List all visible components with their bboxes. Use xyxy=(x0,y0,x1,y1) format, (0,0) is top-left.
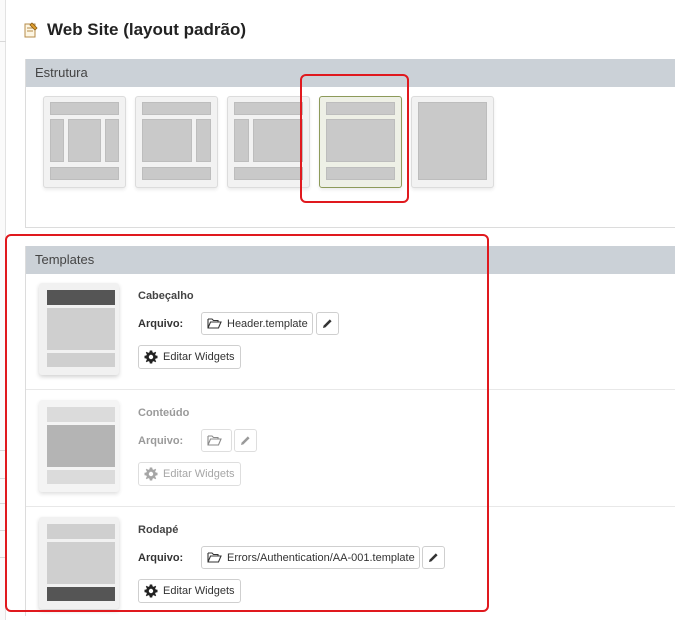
file-name: Errors/Authentication/AA-001.template xyxy=(227,551,415,564)
page-header: Web Site (layout padrão) xyxy=(24,18,246,42)
estrutura-heading: Estrutura xyxy=(26,59,675,87)
template-thumb-header xyxy=(39,283,119,375)
edit-file-button[interactable] xyxy=(422,546,445,569)
edit-file-button[interactable] xyxy=(316,312,339,335)
pencil-icon xyxy=(429,553,438,562)
file-label: Arquivo: xyxy=(138,318,184,330)
file-name: Header.template xyxy=(227,317,308,330)
template-thumb-content xyxy=(39,400,119,492)
edit-widgets-button[interactable]: Editar Widgets xyxy=(138,345,241,369)
layout-options xyxy=(43,96,494,188)
gear-icon xyxy=(144,350,158,364)
left-gutter xyxy=(0,0,6,620)
file-label: Arquivo: xyxy=(138,435,184,447)
gear-icon xyxy=(144,467,158,481)
template-row-cabecalho: Cabeçalho Arquivo: Header.template Edita… xyxy=(26,274,675,390)
templates-heading: Templates xyxy=(26,246,675,274)
template-name: Conteúdo xyxy=(138,407,190,419)
layout-option-blank[interactable] xyxy=(411,96,494,188)
folder-open-icon xyxy=(207,318,222,329)
edit-widgets-button[interactable]: Editar Widgets xyxy=(138,579,241,603)
pencil-icon xyxy=(241,436,250,445)
template-row-rodape: Rodapé Arquivo: Errors/Authentication/AA… xyxy=(26,508,675,620)
templates-panel: Templates Cabeçalho Arquivo: Header.temp… xyxy=(25,246,675,616)
edit-widgets-label: Editar Widgets xyxy=(163,585,235,597)
gear-icon xyxy=(144,584,158,598)
edit-file-button[interactable] xyxy=(234,429,257,452)
template-name: Cabeçalho xyxy=(138,290,194,302)
edit-widgets-label: Editar Widgets xyxy=(163,468,235,480)
folder-open-icon xyxy=(207,435,222,446)
edit-widgets-button[interactable]: Editar Widgets xyxy=(138,462,241,486)
page-title: Web Site (layout padrão) xyxy=(47,20,246,39)
layout-option-single-column[interactable] xyxy=(319,96,402,188)
template-row-conteudo: Conteúdo Arquivo: Editar Widgets xyxy=(26,391,675,507)
pencil-icon xyxy=(323,319,332,328)
estrutura-panel: Estrutura xyxy=(25,59,675,228)
file-select-button[interactable] xyxy=(201,429,232,452)
layout-option-three-column[interactable] xyxy=(43,96,126,188)
file-select-button[interactable]: Header.template xyxy=(201,312,313,335)
file-select-button[interactable]: Errors/Authentication/AA-001.template xyxy=(201,546,420,569)
template-name: Rodapé xyxy=(138,524,179,536)
file-label: Arquivo: xyxy=(138,552,184,564)
template-page-icon xyxy=(24,22,38,38)
template-thumb-footer xyxy=(39,517,119,609)
folder-open-icon xyxy=(207,552,222,563)
edit-widgets-label: Editar Widgets xyxy=(163,351,235,363)
layout-option-two-column-right-sidebar[interactable] xyxy=(135,96,218,188)
layout-option-two-column-left-sidebar[interactable] xyxy=(227,96,310,188)
